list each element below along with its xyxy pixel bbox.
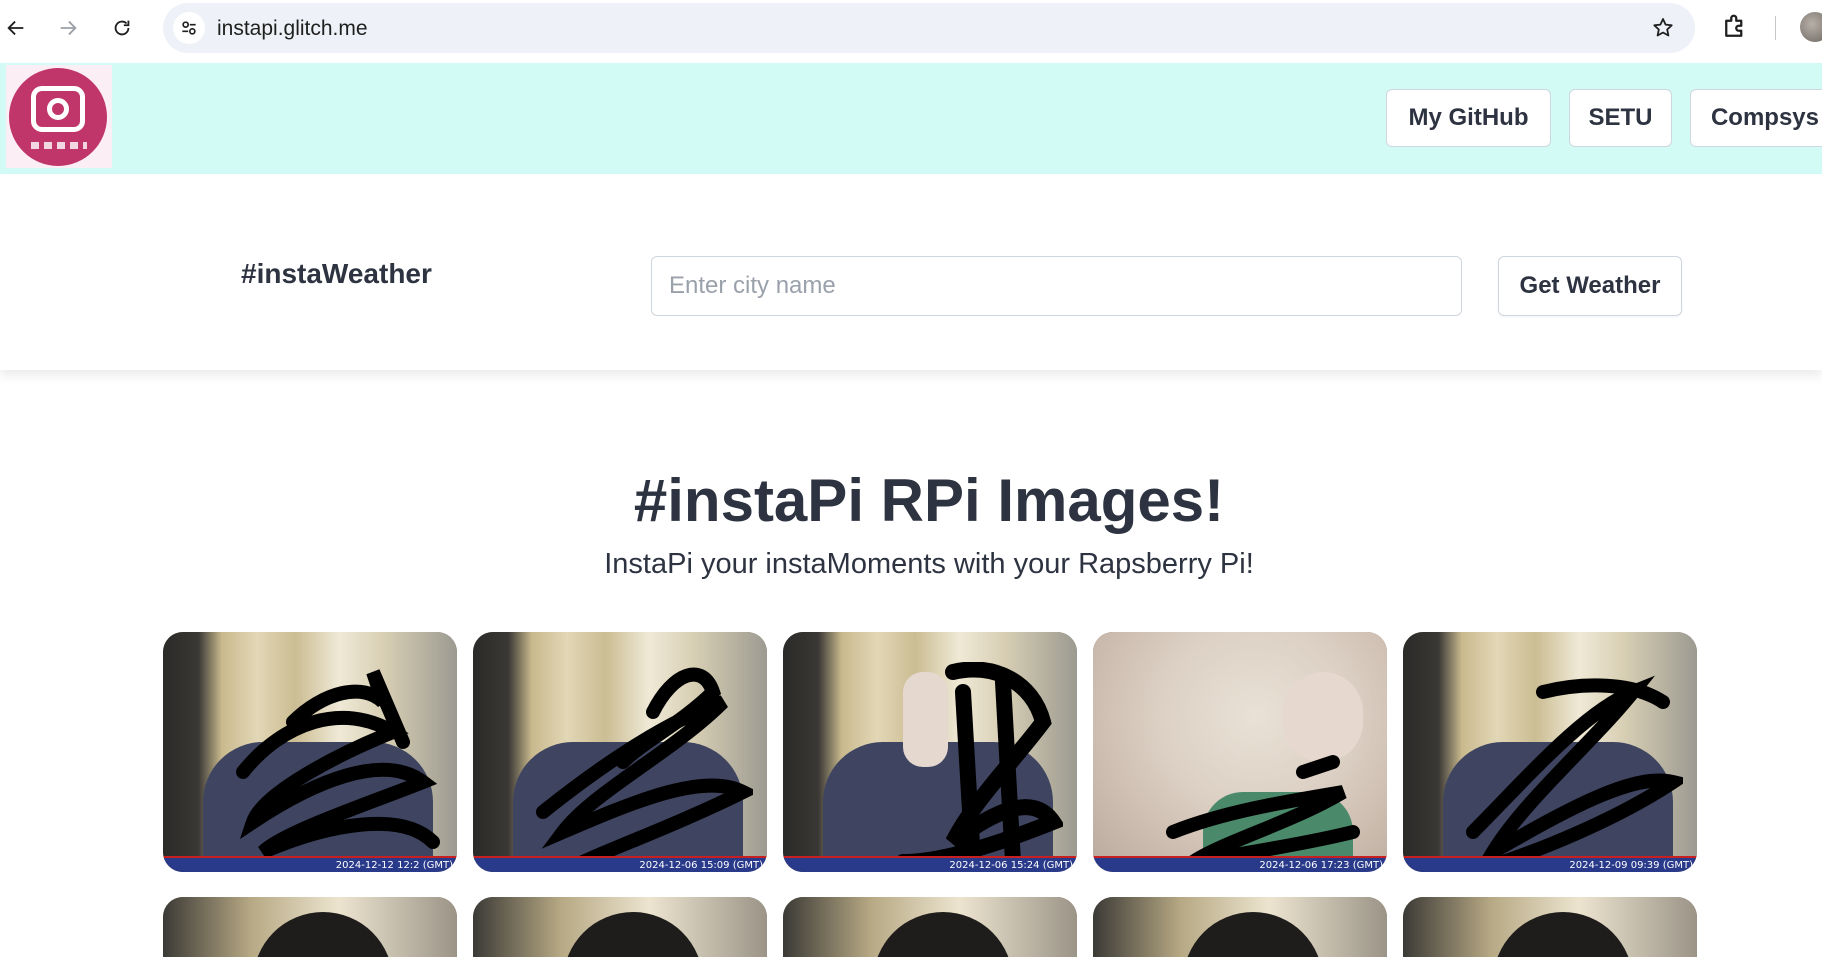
tune-icon — [182, 21, 196, 35]
redaction-scribble — [1166, 755, 1360, 869]
gallery-image[interactable] — [1093, 897, 1387, 957]
weather-section: #instaWeather Get Weather — [0, 174, 1822, 370]
forward-button[interactable] — [50, 10, 86, 46]
logo-circle — [9, 68, 107, 166]
photo-timestamp: 2024-12-06 17:23 (GMT) — [1259, 860, 1383, 871]
camera-lens-icon — [47, 98, 69, 120]
toolbar-divider — [1775, 16, 1776, 40]
city-input[interactable] — [651, 256, 1462, 316]
page-subtitle: InstaPi your instaMoments with your Raps… — [604, 548, 1254, 580]
get-weather-button[interactable]: Get Weather — [1498, 256, 1682, 316]
star-icon[interactable] — [1651, 16, 1675, 40]
nav-github-button[interactable]: My GitHub — [1386, 89, 1551, 147]
redaction-scribble — [895, 662, 1063, 870]
photo-timestamp: 2024-12-09 09:39 (GMT) — [1569, 860, 1693, 871]
gallery-image[interactable] — [163, 897, 457, 957]
site-info-button[interactable] — [173, 12, 205, 44]
gallery-image[interactable] — [783, 897, 1077, 957]
url-text[interactable]: instapi.glitch.me — [217, 17, 368, 41]
gallery-image[interactable]: 2024-12-06 17:23 (GMT) — [1093, 632, 1387, 872]
page-title: #instaPi RPi Images! — [633, 467, 1225, 534]
photo-timestamp: 2024-12-12 12:2 (GMT) — [335, 860, 453, 871]
reload-button[interactable] — [104, 10, 140, 46]
gallery-image[interactable]: 2024-12-06 15:09 (GMT) — [473, 632, 767, 872]
arrow-left-icon — [7, 20, 24, 36]
redaction-scribble — [1466, 675, 1683, 872]
nav-setu-button[interactable]: SETU — [1569, 89, 1672, 147]
reload-icon — [114, 20, 130, 36]
gallery-image[interactable]: 2024-12-09 09:39 (GMT) — [1403, 632, 1697, 872]
arrow-right-icon — [60, 20, 77, 36]
back-button[interactable] — [0, 10, 34, 46]
redaction-scribble — [236, 669, 440, 859]
weather-title: #instaWeather — [241, 258, 432, 289]
logo-stripe — [31, 142, 87, 149]
nav-compsys-button[interactable]: Compsys — [1690, 89, 1822, 147]
browser-toolbar: instapi.glitch.me — [0, 0, 1822, 63]
gallery-image[interactable] — [1403, 897, 1697, 957]
photo-timestamp: 2024-12-06 15:09 (GMT) — [639, 860, 763, 871]
puzzle-icon[interactable] — [1720, 12, 1750, 42]
gallery-image[interactable]: 2024-12-06 15:24 (GMT) — [783, 632, 1077, 872]
photo-timestamp: 2024-12-06 15:24 (GMT) — [949, 860, 1073, 871]
gallery-image[interactable] — [473, 897, 767, 957]
gallery-image[interactable]: 2024-12-12 12:2 (GMT) — [163, 632, 457, 872]
address-bar[interactable]: instapi.glitch.me — [163, 3, 1695, 53]
camera-icon — [31, 86, 85, 132]
instapi-logo[interactable] — [6, 65, 112, 168]
redaction-scribble — [536, 667, 753, 869]
site-header: My GitHub SETU Compsys — [0, 63, 1822, 174]
avatar[interactable] — [1800, 12, 1822, 42]
